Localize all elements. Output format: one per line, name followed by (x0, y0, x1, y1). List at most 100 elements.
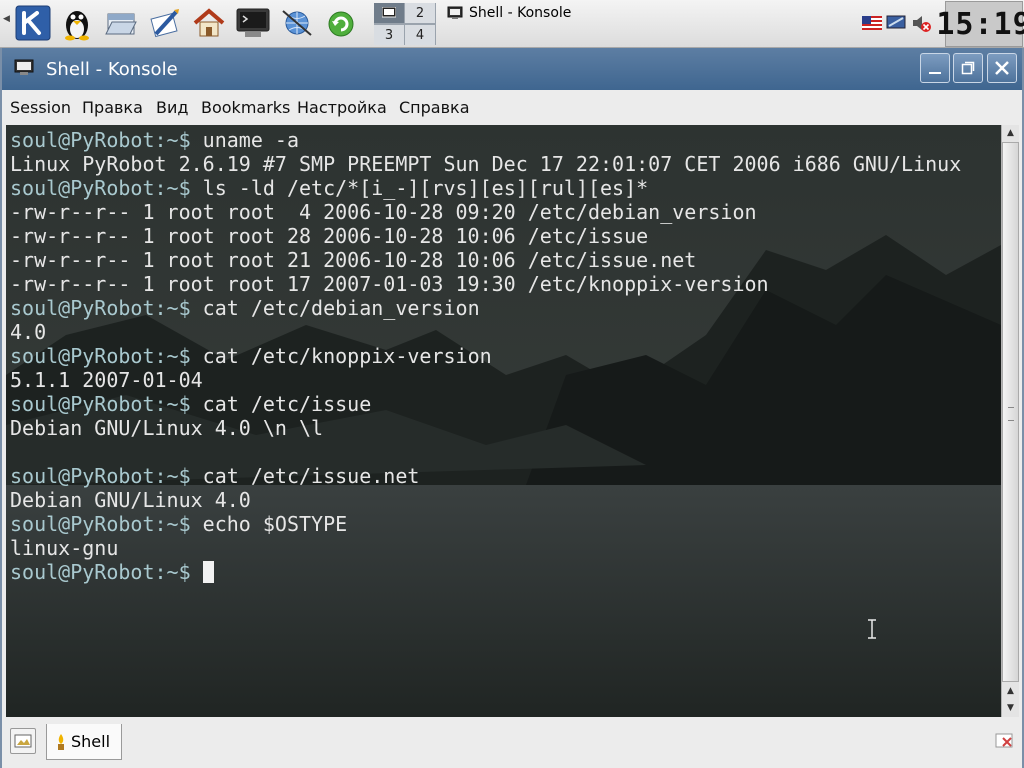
shell-tab-icon (58, 733, 64, 750)
desktop-4[interactable]: 4 (405, 25, 435, 45)
terminal-icon[interactable] (234, 4, 272, 42)
terminal-line: Debian GNU/Linux 4.0 (10, 488, 961, 512)
new-session-icon (14, 734, 32, 748)
terminal-view[interactable]: soul@PyRobot:~$ uname -a Linux PyRobot 2.… (6, 125, 1001, 717)
terminal-line-text: cat /etc/knoppix-version (190, 344, 492, 368)
terminal-line-text: linux-gnu (10, 536, 119, 560)
close-icon (995, 61, 1009, 75)
terminal-line: soul@PyRobot:~$ echo $OSTYPE (10, 512, 961, 536)
update-icon[interactable] (322, 4, 360, 42)
minimize-icon (929, 72, 941, 74)
kde-panel: ◀ 2 3 4 Shell - Konsole 15:19 (0, 0, 1024, 48)
terminal-line-text: -rw-r--r-- 1 root root 21 2006-10-28 10:… (10, 248, 697, 272)
maximize-button[interactable] (953, 53, 983, 83)
shell-prompt: soul@PyRobot:~$ (10, 296, 191, 320)
panel-clock[interactable]: 15:19 (936, 1, 1024, 47)
terminal-block-cursor (202, 561, 214, 583)
text-cursor-icon (868, 619, 876, 639)
konsole-mini-icon (382, 7, 396, 18)
terminal-line-text: cat /etc/issue (190, 392, 372, 416)
minimize-button[interactable] (920, 53, 950, 83)
terminal-line-text: -rw-r--r-- 1 root root 28 2006-10-28 10:… (10, 224, 649, 248)
terminal-line: soul@PyRobot:~$ uname -a (10, 128, 961, 152)
terminal-line: soul@PyRobot:~$ cat /etc/issue (10, 392, 961, 416)
scrollbar-handle[interactable] (1002, 142, 1019, 682)
scrollbar-grip-icon (1008, 407, 1014, 421)
terminal-line: soul@PyRobot:~$ ls -ld /etc/*[i_-][rvs][… (10, 176, 961, 200)
tab-shell-label: Shell (71, 732, 111, 751)
home-icon[interactable] (190, 4, 228, 42)
terminal-line-text: cat /etc/debian_version (190, 296, 480, 320)
scroll-up-button[interactable]: ▲ (1002, 125, 1019, 141)
terminal-line-text: 4.0 (10, 320, 47, 344)
taskbar-konsole-button[interactable]: Shell - Konsole (447, 2, 727, 24)
konsole-icon (447, 6, 463, 19)
shell-prompt: soul@PyRobot:~$ (10, 176, 191, 200)
close-session-button[interactable] (992, 728, 1018, 754)
terminal-line-text: echo $OSTYPE (190, 512, 348, 536)
shell-prompt: soul@PyRobot:~$ (10, 464, 191, 488)
close-button[interactable] (987, 53, 1017, 83)
scroll-down-icon: ▼ (1007, 703, 1014, 713)
terminal-line: -rw-r--r-- 1 root root 17 2007-01-03 19:… (10, 272, 961, 296)
terminal-line-text: -rw-r--r-- 1 root root 4 2006-10-28 09:2… (10, 200, 757, 224)
terminal-line-text: Debian GNU/Linux 4.0 \n \l (10, 416, 324, 440)
terminal-line-text: 5.1.1 2007-01-04 (10, 368, 203, 392)
new-session-button[interactable] (10, 728, 36, 754)
menu-bookmarks[interactable]: Bookmarks (201, 98, 290, 117)
desktop-2[interactable]: 2 (405, 3, 435, 23)
terminal-line: -rw-r--r-- 1 root root 28 2006-10-28 10:… (10, 224, 961, 248)
terminal-line-text: ls -ld /etc/*[i_-][rvs][es][rul][es]* (190, 176, 649, 200)
terminal-line: -rw-r--r-- 1 root root 4 2006-10-28 09:2… (10, 200, 961, 224)
office-icon[interactable] (146, 4, 184, 42)
session-tabbar: Shell (2, 720, 1022, 764)
menu-settings[interactable]: Настройка (297, 98, 387, 117)
menu-help[interactable]: Справка (399, 98, 470, 117)
menu-session[interactable]: Session (10, 98, 71, 117)
shell-prompt: soul@PyRobot:~$ (10, 344, 191, 368)
scroll-down-button[interactable]: ▼ (1002, 700, 1019, 716)
terminal-line: soul@PyRobot:~$ (10, 560, 961, 584)
shell-prompt: soul@PyRobot:~$ (10, 128, 191, 152)
panel-left-arrow-icon[interactable]: ◀ (3, 14, 10, 24)
screen-icon[interactable] (886, 15, 906, 31)
desktop-pager: 2 3 4 (374, 3, 436, 45)
close-session-icon (995, 733, 1013, 748)
window-titlebar[interactable]: Shell - Konsole (2, 48, 1022, 90)
terminal-line: Debian GNU/Linux 4.0 \n \l (10, 416, 961, 440)
terminal-output: soul@PyRobot:~$ uname -a Linux PyRobot 2.… (10, 128, 961, 584)
menu-edit[interactable]: Правка (82, 98, 143, 117)
terminal-line: soul@PyRobot:~$ cat /etc/issue.net (10, 464, 961, 488)
terminal-line-text: uname -a (190, 128, 299, 152)
menubar: Session Правка Вид Bookmarks Настройка С… (2, 90, 1022, 122)
tab-shell[interactable]: Shell (46, 724, 122, 760)
terminal-line: -rw-r--r-- 1 root root 21 2006-10-28 10:… (10, 248, 961, 272)
file-manager-icon[interactable] (102, 4, 140, 42)
desktop-3[interactable]: 3 (374, 25, 404, 45)
network-icon[interactable] (278, 4, 316, 42)
terminal-line: soul@PyRobot:~$ cat /etc/debian_version (10, 296, 961, 320)
shell-prompt: soul@PyRobot:~$ (10, 560, 191, 584)
terminal-line-text: Linux PyRobot 2.6.19 #7 SMP PREEMPT Sun … (10, 152, 962, 176)
taskbar-konsole-label: Shell - Konsole (469, 5, 572, 21)
terminal-line-text: cat /etc/issue.net (190, 464, 420, 488)
terminal-line: soul@PyRobot:~$ cat /etc/knoppix-version (10, 344, 961, 368)
konsole-window-icon[interactable] (14, 59, 34, 77)
menu-view[interactable]: Вид (156, 98, 188, 117)
terminal-line-text: -rw-r--r-- 1 root root 17 2007-01-03 19:… (10, 272, 769, 296)
konsole-window: Shell - Konsole Session Правка Вид Bookm… (0, 48, 1024, 768)
speaker-muted-icon[interactable] (910, 12, 932, 34)
desktop-1[interactable] (374, 3, 404, 23)
tux-icon[interactable] (58, 4, 96, 42)
terminal-line: Linux PyRobot 2.6.19 #7 SMP PREEMPT Sun … (10, 152, 961, 176)
terminal-line-text (191, 560, 203, 584)
terminal-scrollbar[interactable]: ▲ ▲ ▼ (1001, 125, 1019, 717)
scroll-up-button-2[interactable]: ▲ (1002, 683, 1019, 699)
us-flag-icon[interactable] (862, 16, 882, 30)
maximize-icon (961, 61, 975, 75)
terminal-line: linux-gnu (10, 536, 961, 560)
scroll-up-icon: ▲ (1007, 128, 1014, 138)
shell-prompt: soul@PyRobot:~$ (10, 392, 191, 416)
kde-menu-icon[interactable] (14, 4, 52, 42)
